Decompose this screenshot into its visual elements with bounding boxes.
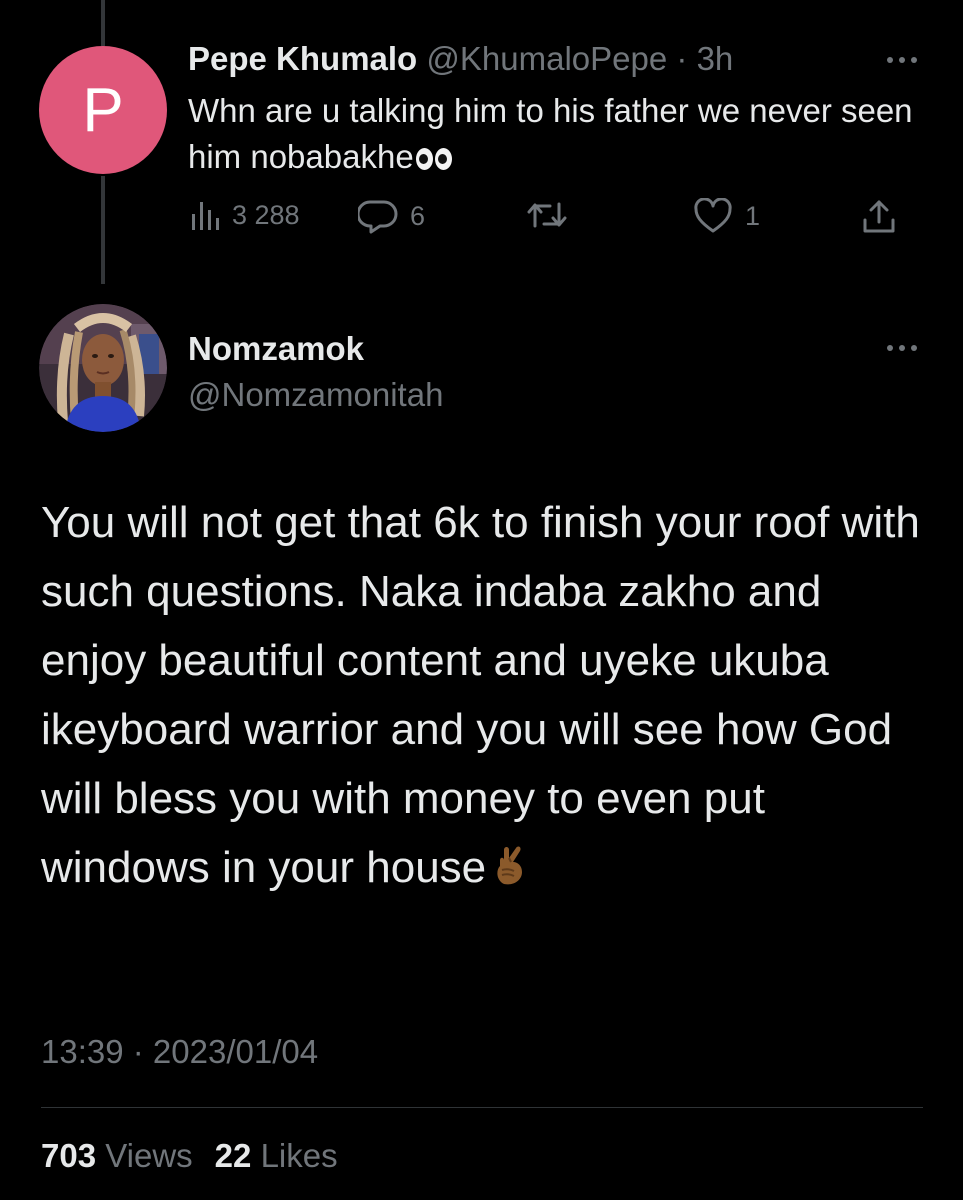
likes-stat[interactable]: 22 Likes [215, 1137, 338, 1174]
views-count: 703 [41, 1137, 97, 1174]
views-action[interactable]: 3 288 [190, 198, 300, 232]
reply-tweet-header: Pepe Khumalo @KhumaloPepe · 3h [188, 40, 733, 78]
retweet-icon [527, 202, 567, 228]
thread-connector-top [101, 0, 105, 46]
tweet-body: Whn are u talking him to his father we n… [188, 92, 913, 175]
replies-count: 6 [410, 200, 426, 231]
views-icon [192, 202, 219, 230]
likes-count: 1 [745, 200, 761, 231]
eyes-emoji [415, 148, 452, 170]
crossed-fingers-emoji [492, 839, 528, 908]
more-icon[interactable] [887, 343, 917, 353]
author-name[interactable]: Pepe Khumalo [188, 40, 417, 77]
author-handle[interactable]: @Nomzamonitah [188, 376, 443, 414]
views-label: Views [105, 1137, 193, 1174]
tweet-time[interactable]: 3h [697, 40, 734, 77]
more-icon[interactable] [887, 55, 917, 65]
avatar-letter: P [82, 75, 124, 145]
reply-action[interactable]: 6 [358, 198, 425, 234]
author-handle[interactable]: @KhumaloPepe [426, 40, 667, 77]
thread-connector [101, 176, 105, 284]
share-icon [863, 200, 895, 233]
share-action[interactable] [860, 198, 898, 236]
views-stat[interactable]: 703 Views [41, 1137, 193, 1174]
like-icon [694, 198, 732, 233]
likes-count: 22 [214, 1137, 252, 1174]
divider [41, 1107, 923, 1108]
tweet-body: You will not get that 6k to finish your … [41, 498, 920, 892]
views-count: 3 288 [232, 199, 300, 230]
separator-dot: · [676, 40, 688, 77]
like-action[interactable]: 1 [693, 198, 760, 234]
avatar[interactable] [39, 304, 167, 432]
reply-icon [358, 200, 398, 234]
main-tweet-text: You will not get that 6k to finish your … [41, 488, 921, 908]
reply-tweet-text: Whn are u talking him to his father we n… [188, 88, 928, 180]
tweet-timestamp[interactable]: 13:39 · 2023/01/04 [41, 1033, 318, 1071]
author-name[interactable]: Nomzamok [188, 330, 364, 368]
tweet-stats: 703 Views 22 Likes [41, 1137, 338, 1175]
profile-photo [39, 304, 167, 432]
avatar[interactable]: P [39, 46, 167, 174]
retweet-action[interactable] [526, 198, 580, 232]
tweet-actions: 3 288 6 1 [188, 198, 908, 242]
likes-label: Likes [260, 1137, 338, 1174]
